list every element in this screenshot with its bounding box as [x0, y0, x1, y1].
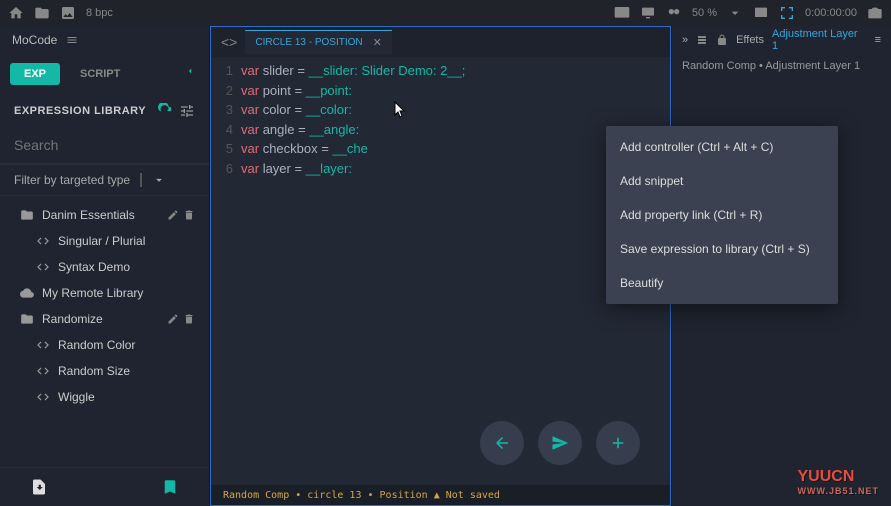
code-icon: [36, 338, 50, 352]
filter-label: Filter by targeted type: [14, 173, 130, 187]
home-icon[interactable]: [8, 5, 24, 21]
tree-item-syntax[interactable]: Syntax Demo: [0, 254, 209, 280]
status-bar: Random Comp • circle 13 • Position ▲ Not…: [211, 485, 670, 505]
code-icon: [36, 390, 50, 404]
chevron-down-icon[interactable]: [152, 173, 166, 187]
bookmark-icon[interactable]: [161, 478, 179, 496]
tree-folder-randomize[interactable]: Randomize: [0, 306, 209, 332]
editor-tab[interactable]: CIRCLE 13 - POSITION ✕: [245, 30, 391, 54]
chevron-right-icon[interactable]: »: [682, 34, 688, 46]
tree-item-singular[interactable]: Singular / Plurial: [0, 228, 209, 254]
tree-label: Syntax Demo: [58, 260, 130, 274]
tab-script[interactable]: SCRIPT: [66, 63, 134, 85]
filter-row[interactable]: Filter by targeted type: [0, 164, 209, 196]
tree-item-rcolor[interactable]: Random Color: [0, 332, 209, 358]
ctx-add-controller[interactable]: Add controller (Ctrl + Alt + C): [606, 130, 838, 164]
document-icon[interactable]: [30, 478, 48, 496]
editor-tab-label: CIRCLE 13 - POSITION: [255, 37, 362, 48]
layout-icon[interactable]: [753, 5, 769, 21]
section-title: EXPRESSION LIBRARY: [14, 105, 146, 117]
code-icon: [36, 364, 50, 378]
breadcrumb: Random Comp • Adjustment Layer 1: [672, 54, 891, 78]
mask-icon[interactable]: [666, 5, 682, 21]
panel-title: MoCode: [12, 33, 57, 47]
menu-icon[interactable]: [65, 34, 79, 46]
ctx-add-snippet[interactable]: Add snippet: [606, 164, 838, 198]
editor-nav-buttons[interactable]: <>: [221, 34, 237, 50]
plus-icon: [609, 434, 627, 452]
bpc-label: 8 bpc: [86, 7, 113, 19]
settings-icon[interactable]: [179, 103, 195, 119]
time-label: 0:00:00:00: [805, 7, 857, 19]
fab-send[interactable]: [538, 421, 582, 465]
back-button[interactable]: [181, 60, 199, 87]
ctx-beautify[interactable]: Beautify: [606, 266, 838, 300]
code-icon: [36, 260, 50, 274]
close-icon[interactable]: ✕: [373, 36, 382, 49]
folder-icon: [20, 312, 34, 326]
delete-icon[interactable]: [183, 209, 195, 221]
folder-icon: [20, 208, 34, 222]
tree-label: Singular / Plurial: [58, 234, 145, 248]
refresh-icon[interactable]: [157, 103, 173, 119]
fab-add[interactable]: [596, 421, 640, 465]
editor-panel: <> CIRCLE 13 - POSITION ✕ 123456 var sli…: [210, 26, 671, 506]
menu-icon[interactable]: ≡: [875, 34, 881, 46]
delete-icon[interactable]: [183, 313, 195, 325]
tree-label: Wiggle: [58, 390, 95, 404]
lock-icon[interactable]: [716, 34, 728, 46]
cloud-icon: [20, 286, 34, 300]
snapshot-icon[interactable]: [867, 5, 883, 21]
effects-label: Effets: [736, 34, 764, 46]
display-icon[interactable]: [614, 5, 630, 21]
library-tree: Danim Essentials Singular / Plurial Synt…: [0, 196, 209, 467]
ctx-add-link[interactable]: Add property link (Ctrl + R): [606, 198, 838, 232]
tree-item-wiggle[interactable]: Wiggle: [0, 384, 209, 410]
image-icon[interactable]: [60, 5, 76, 21]
camera-frame-icon[interactable]: [779, 5, 795, 21]
folder-icon[interactable]: [34, 5, 50, 21]
search-input[interactable]: [14, 131, 195, 159]
tree-folder-danim[interactable]: Danim Essentials: [0, 202, 209, 228]
layer-link[interactable]: Adjustment Layer 1: [772, 28, 867, 52]
app-top-bar: 8 bpc 50 % 0:00:00:00: [0, 0, 891, 26]
stack-icon[interactable]: [696, 34, 708, 46]
fab-back[interactable]: [480, 421, 524, 465]
ctx-save-expression[interactable]: Save expression to library (Ctrl + S): [606, 232, 838, 266]
tab-exp[interactable]: EXP: [10, 63, 60, 85]
tree-label: Danim Essentials: [42, 208, 135, 222]
code-icon: [36, 234, 50, 248]
tree-label: Randomize: [42, 312, 103, 326]
tree-label: Random Size: [58, 364, 130, 378]
zoom-label[interactable]: 50 %: [692, 7, 717, 19]
context-menu: Add controller (Ctrl + Alt + C) Add snip…: [606, 126, 838, 304]
tree-label: Random Color: [58, 338, 135, 352]
tree-item-rsize[interactable]: Random Size: [0, 358, 209, 384]
left-panel: MoCode EXP SCRIPT EXPRESSION LIBRARY Fil…: [0, 26, 210, 506]
tree-label: My Remote Library: [42, 286, 143, 300]
monitor-icon[interactable]: [640, 5, 656, 21]
send-icon: [551, 434, 569, 452]
chevron-down-icon[interactable]: [727, 5, 743, 21]
edit-icon[interactable]: [167, 313, 179, 325]
edit-icon[interactable]: [167, 209, 179, 221]
tree-folder-remote[interactable]: My Remote Library: [0, 280, 209, 306]
arrow-left-icon: [493, 434, 511, 452]
watermark: YUUCN WWW.JB51.NET: [797, 468, 879, 496]
